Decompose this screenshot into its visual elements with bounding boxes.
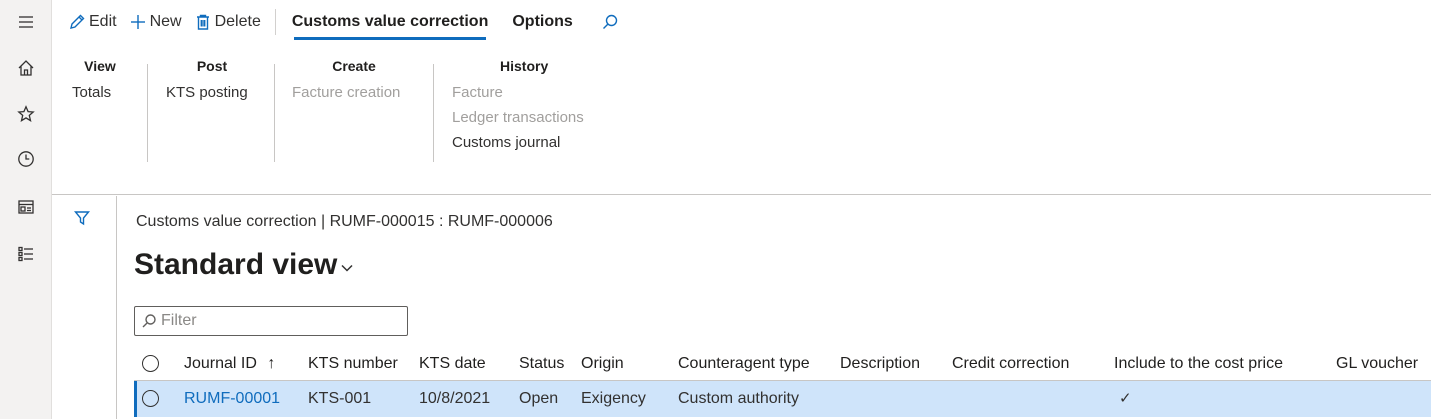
group-header: Create bbox=[332, 58, 376, 74]
column-header-journal-id[interactable]: Journal ID ↑ bbox=[184, 346, 275, 381]
column-header-kts-date[interactable]: KTS date bbox=[419, 346, 486, 381]
ledger-transactions-button[interactable]: Ledger transactions bbox=[452, 105, 602, 130]
hamburger-menu-icon[interactable] bbox=[0, 8, 52, 36]
ribbon-group-post: Post KTS posting bbox=[166, 58, 258, 105]
kts-number-cell: KTS-001 bbox=[308, 390, 372, 407]
include-cost-price-checkmark-icon: ✓ bbox=[1119, 390, 1132, 407]
page-title: Standard view bbox=[134, 248, 338, 281]
trash-icon bbox=[196, 14, 209, 30]
filter-funnel-icon[interactable] bbox=[74, 210, 90, 226]
journal-grid: Journal ID ↑ KTS number KTS date Status … bbox=[134, 346, 1431, 417]
new-label: New bbox=[149, 13, 182, 30]
edit-label: Edit bbox=[89, 13, 117, 30]
customs-journal-button[interactable]: Customs journal bbox=[452, 130, 602, 155]
tab-label: Options bbox=[512, 13, 573, 30]
facture-creation-button[interactable]: Facture creation bbox=[292, 80, 416, 105]
divider bbox=[147, 64, 148, 162]
sort-ascending-icon: ↑ bbox=[267, 355, 276, 372]
facture-button[interactable]: Facture bbox=[452, 80, 602, 105]
column-header-gl-voucher[interactable]: GL voucher bbox=[1336, 346, 1418, 381]
action-pane: Edit New Delete Customs value correction… bbox=[52, 0, 1431, 44]
divider bbox=[274, 9, 276, 35]
ribbon-group-history: History Facture Ledger transactions Cust… bbox=[452, 58, 602, 155]
favorites-star-icon[interactable] bbox=[0, 100, 52, 128]
delete-button[interactable]: Delete bbox=[188, 0, 267, 44]
group-header: History bbox=[500, 58, 549, 74]
search-icon[interactable] bbox=[595, 0, 628, 44]
home-icon[interactable] bbox=[0, 54, 52, 82]
ribbon-group-create: Create Facture creation bbox=[292, 58, 416, 105]
select-all-radio[interactable] bbox=[142, 355, 159, 372]
table-row[interactable]: RUMF-00001 KTS-001 10/8/2021 Open Exigen… bbox=[134, 381, 1431, 417]
page-caption: Customs value correction | RUMF-000015 :… bbox=[136, 213, 553, 230]
ribbon-group-view: View Totals bbox=[72, 58, 128, 105]
tab-options[interactable]: Options bbox=[504, 0, 580, 44]
column-header-status[interactable]: Status bbox=[519, 346, 564, 381]
column-header-origin[interactable]: Origin bbox=[581, 346, 624, 381]
status-cell: Open bbox=[519, 390, 559, 407]
column-header-include-cost-price[interactable]: Include to the cost price bbox=[1114, 346, 1283, 381]
column-header-kts-number[interactable]: KTS number bbox=[308, 346, 398, 381]
grid-header-row: Journal ID ↑ KTS number KTS date Status … bbox=[134, 346, 1431, 381]
pencil-icon bbox=[70, 14, 85, 29]
divider bbox=[433, 64, 434, 162]
tab-label: Customs value correction bbox=[291, 13, 489, 30]
view-selector[interactable]: Standard view bbox=[134, 248, 354, 282]
column-header-description[interactable]: Description bbox=[840, 346, 920, 381]
kts-posting-button[interactable]: KTS posting bbox=[166, 80, 258, 105]
recent-clock-icon[interactable] bbox=[0, 145, 52, 173]
nav-rail bbox=[0, 0, 52, 419]
column-header-credit-correction[interactable]: Credit correction bbox=[952, 346, 1069, 381]
delete-label: Delete bbox=[214, 13, 261, 30]
row-select-radio[interactable] bbox=[142, 390, 159, 407]
filter-input[interactable] bbox=[161, 312, 401, 330]
journal-id-link[interactable]: RUMF-00001 bbox=[184, 381, 280, 416]
kts-date-cell: 10/8/2021 bbox=[419, 390, 491, 407]
column-header-counteragent-type[interactable]: Counteragent type bbox=[678, 346, 810, 381]
search-icon bbox=[142, 314, 156, 328]
counteragent-type-cell: Custom authority bbox=[678, 390, 799, 407]
column-label: Journal ID bbox=[184, 355, 257, 372]
chevron-down-icon bbox=[341, 264, 353, 272]
plus-icon bbox=[130, 15, 145, 29]
totals-button[interactable]: Totals bbox=[72, 80, 128, 105]
origin-cell: Exigency bbox=[581, 390, 646, 407]
modules-list-icon[interactable] bbox=[0, 240, 52, 268]
tab-customs-value-correction[interactable]: Customs value correction bbox=[284, 0, 497, 44]
divider bbox=[274, 64, 275, 162]
ribbon: View Totals Post KTS posting Create Fact… bbox=[52, 44, 1431, 195]
filter-field[interactable] bbox=[134, 306, 408, 336]
workspaces-icon[interactable] bbox=[0, 193, 52, 221]
group-header: Post bbox=[196, 58, 228, 74]
new-button[interactable]: New bbox=[123, 0, 188, 44]
group-header: View bbox=[84, 58, 116, 74]
filter-pane bbox=[52, 196, 117, 419]
edit-button[interactable]: Edit bbox=[62, 0, 123, 44]
